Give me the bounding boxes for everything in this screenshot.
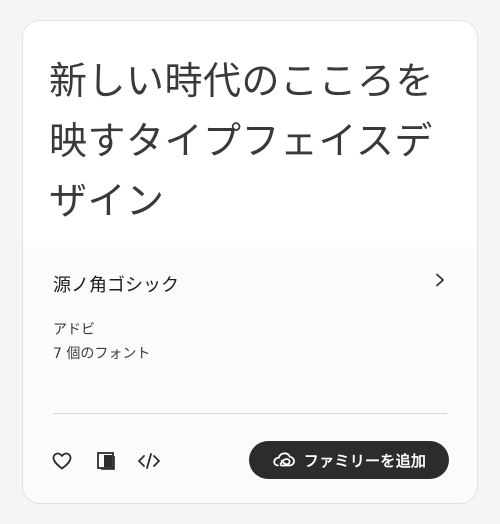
- sample-preview[interactable]: 新しい時代のこころを映すタイプフェイスデザイン: [23, 21, 477, 247]
- chevron-right-icon: [436, 273, 444, 287]
- favorite-button[interactable]: [50, 449, 74, 473]
- foundry-name: アドビ: [53, 322, 95, 338]
- sample-text: 新しい時代のこころを映すタイプフェイスデザイン: [49, 59, 435, 223]
- creative-cloud-icon: [272, 451, 296, 469]
- family-details-link[interactable]: 源ノ角ゴシック アドビ 7 個のフォント: [23, 247, 477, 397]
- compare-button[interactable]: [94, 449, 118, 473]
- font-family-card: 新しい時代のこころを映すタイプフェイスデザイン 源ノ角ゴシック アドビ 7 個の…: [22, 20, 478, 504]
- embed-code-button[interactable]: [137, 449, 161, 473]
- code-icon: [138, 453, 160, 469]
- add-family-label: ファミリーを追加: [303, 451, 427, 470]
- heart-icon: [52, 452, 72, 470]
- compare-icon: [97, 452, 115, 470]
- font-count: 7 個のフォント: [53, 346, 151, 362]
- add-family-button[interactable]: ファミリーを追加: [249, 441, 449, 479]
- divider: [53, 413, 447, 414]
- family-name: 源ノ角ゴシック: [53, 275, 179, 296]
